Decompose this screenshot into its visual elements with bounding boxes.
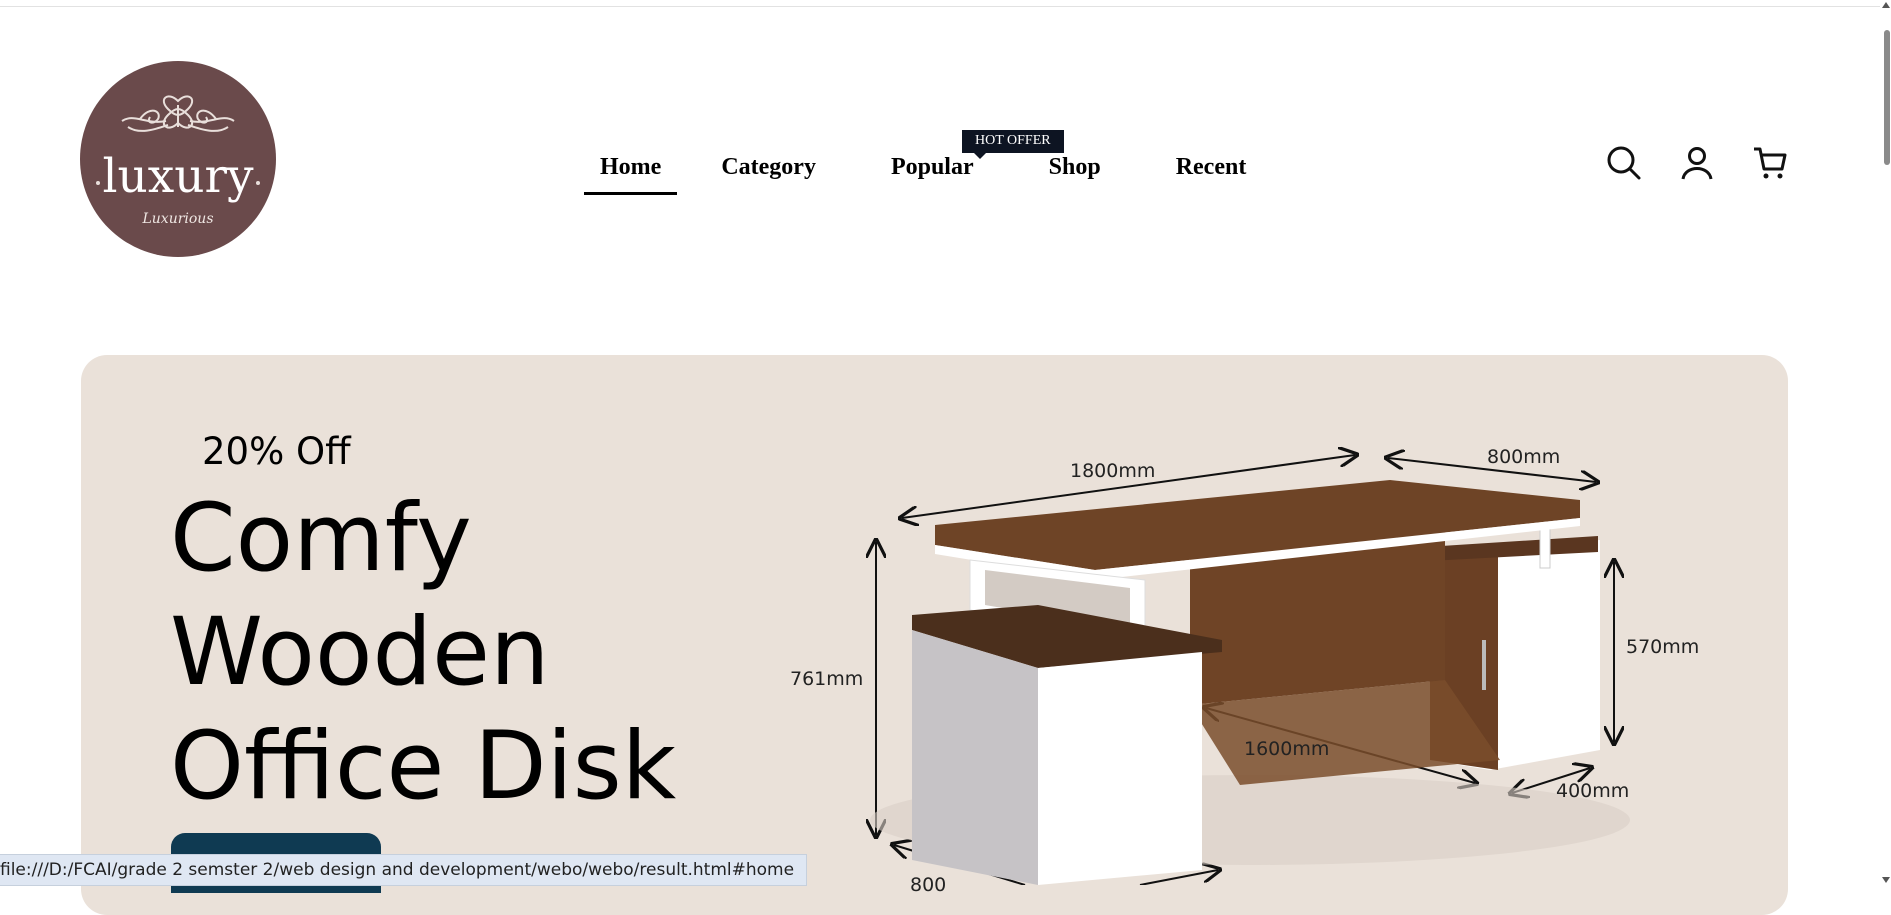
dimension-label: 800mm — [1487, 446, 1561, 468]
vertical-scrollbar[interactable] — [1880, 0, 1891, 885]
nav-popular[interactable]: Popular — [891, 152, 974, 195]
logo-wordmark: luxury — [102, 149, 254, 204]
scroll-thumb[interactable] — [1884, 30, 1890, 165]
dimension-label: 1600mm — [1244, 738, 1330, 760]
nav-category[interactable]: Category — [721, 152, 816, 195]
top-border — [0, 6, 1880, 7]
dimension-label: 761mm — [790, 668, 864, 690]
headline-line: Comfy — [170, 484, 472, 593]
nav-shop[interactable]: Shop — [1049, 152, 1101, 195]
hero-headline: Comfy Wooden Office Disk — [170, 482, 730, 824]
headline-line: Wooden — [170, 598, 550, 707]
scroll-up-icon[interactable] — [1882, 2, 1890, 8]
nav-home[interactable]: Home — [584, 152, 678, 195]
nav-recent[interactable]: Recent — [1176, 152, 1247, 195]
cart-icon[interactable] — [1752, 145, 1788, 185]
headline-line: Office Disk — [170, 712, 677, 821]
hot-offer-badge: HOT OFFER — [962, 130, 1064, 159]
dimension-label: 400mm — [1556, 780, 1630, 802]
logo-subtitle: Luxurious — [142, 211, 214, 227]
offer-text: 20% Off — [202, 430, 351, 473]
dimension-label: 570mm — [1626, 636, 1700, 658]
scroll-down-icon[interactable] — [1882, 877, 1890, 883]
user-icon[interactable] — [1679, 145, 1715, 185]
main-nav: Home Category Popular Shop Recent — [584, 152, 1246, 195]
dimension-label: 800 — [910, 874, 947, 896]
dimension-label: 1800mm — [1070, 460, 1156, 482]
search-icon[interactable] — [1606, 145, 1642, 185]
status-bar-url: file:///D:/FCAI/grade 2 semster 2/web de… — [0, 854, 808, 886]
logo[interactable]: luxury Luxurious — [80, 61, 276, 257]
desk-image: 1800mm 800mm 761mm 570mm 1600mm 400mm 80… — [770, 440, 1760, 896]
